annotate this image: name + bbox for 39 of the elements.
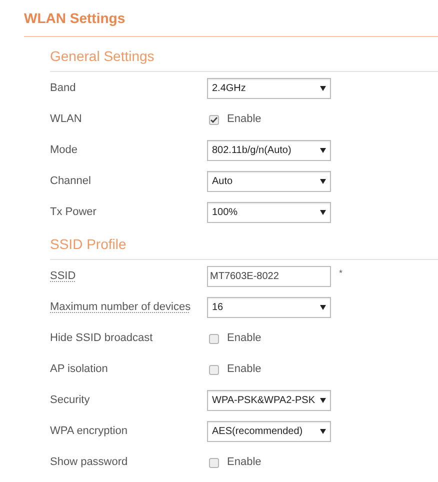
- checkbox[interactable]: [209, 114, 219, 124]
- checkbox-label: Enable: [227, 362, 262, 378]
- field-label: Maximum number of devices: [50, 300, 192, 316]
- caret-icon: [320, 305, 326, 310]
- dropdown[interactable]: 16: [207, 297, 331, 318]
- dropdown[interactable]: Auto: [207, 171, 331, 192]
- caret-icon: [320, 398, 326, 403]
- checkbox[interactable]: [209, 334, 219, 344]
- field-label: Band: [50, 81, 77, 96]
- field-label: WPA encryption: [50, 424, 128, 440]
- field-label: AP isolation: [50, 362, 109, 378]
- checkbox-label: Enable: [227, 455, 262, 470]
- section-heading: SSID Profile: [50, 235, 128, 254]
- dropdown[interactable]: AES(recommended): [207, 421, 331, 442]
- caret-icon: [320, 148, 326, 153]
- caret-icon: [320, 179, 326, 184]
- required-mark: *: [339, 267, 343, 280]
- section-heading: General Settings: [50, 47, 156, 66]
- field-label: Tx Power: [50, 205, 98, 220]
- field-label: Mode: [50, 143, 79, 158]
- field-label: Security: [50, 393, 91, 408]
- field-label: Show password: [50, 455, 129, 470]
- field-label: Channel: [50, 174, 92, 190]
- dropdown[interactable]: 2.4GHz: [207, 78, 331, 99]
- dropdown[interactable]: WPA-PSK&WPA2-PSK: [207, 390, 331, 411]
- checkbox[interactable]: [209, 458, 219, 468]
- checkbox-label: Enable: [227, 112, 262, 128]
- caret-icon: [320, 86, 326, 91]
- checkbox[interactable]: [209, 364, 219, 374]
- caret-icon: [320, 210, 326, 215]
- field-label: SSID: [50, 269, 77, 284]
- field-label: Hide SSID broadcast: [50, 331, 154, 346]
- field-label: WLAN: [50, 112, 83, 128]
- page-title: WLAN Settings: [24, 9, 126, 28]
- dropdown[interactable]: 802.11b/g/n(Auto): [207, 140, 331, 161]
- caret-icon: [320, 429, 326, 434]
- input-field[interactable]: MT7603E-8022: [207, 266, 331, 287]
- checkbox-label: Enable: [227, 331, 262, 346]
- dropdown[interactable]: 100%: [207, 202, 331, 223]
